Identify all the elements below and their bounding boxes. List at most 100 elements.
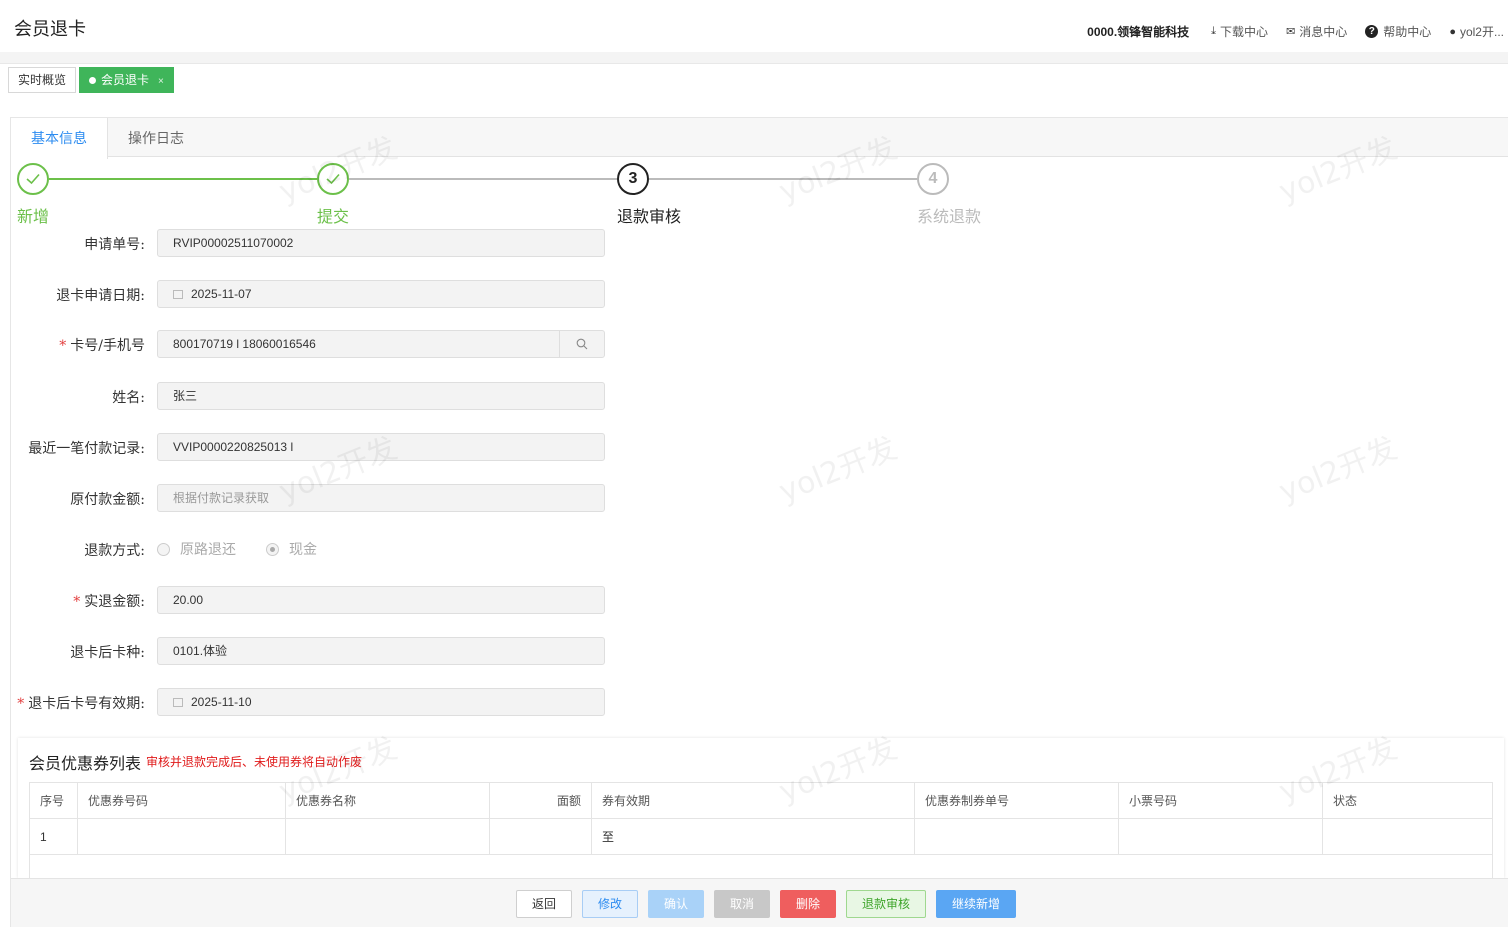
form-row-name: 姓名: 张三 — [11, 382, 621, 410]
edit-button[interactable]: 修改 — [582, 890, 638, 918]
radio-original-route[interactable] — [157, 542, 170, 556]
top-right-menu: 0000.领锋智能科技 ⤓ 下载中心 ✉ 消息中心 ? 帮助中心 ● yol2开… — [1087, 23, 1504, 40]
download-icon: ⤓ — [1211, 25, 1217, 37]
table-cell — [77, 818, 286, 855]
column-header[interactable]: 序号 — [29, 782, 78, 819]
help-icon: ? — [1365, 25, 1379, 38]
apply-date-field[interactable]: 2025-11-07 — [157, 280, 605, 308]
table-cell: 1 — [29, 818, 78, 855]
order-no-field[interactable]: RVIP00002511070002 — [157, 229, 605, 257]
tab-basic-info[interactable]: 基本信息 — [11, 118, 108, 159]
column-header[interactable]: 优惠券号码 — [77, 782, 286, 819]
apply-date-label: 退卡申请日期: — [56, 288, 145, 304]
valid-after-label: * 退卡后卡号有效期: — [17, 696, 145, 712]
column-header[interactable]: 券有效期 — [591, 782, 915, 819]
actual-refund-label: * 实退金额: — [73, 594, 145, 610]
name-label: 姓名: — [112, 390, 145, 406]
user-menu[interactable]: ● yol2开... — [1449, 23, 1504, 40]
help-center-link[interactable]: ? 帮助中心 — [1365, 23, 1431, 40]
card-type-after-label: 退卡后卡种: — [70, 645, 145, 661]
message-center-link[interactable]: ✉ 消息中心 — [1286, 23, 1347, 40]
table-cell: 至 — [591, 818, 915, 855]
step-connector — [49, 178, 317, 180]
required-mark: * — [17, 696, 25, 712]
column-header[interactable]: 优惠券制券单号 — [914, 782, 1119, 819]
step-4-circle: 4 — [917, 163, 949, 195]
form-row-actual-refund: * 实退金额: 20.00 — [11, 586, 621, 614]
step-1-check-icon — [17, 163, 49, 195]
step-3-circle: 3 — [617, 163, 649, 195]
valid-after-field[interactable]: 2025-11-10 — [157, 688, 605, 716]
column-header[interactable]: 优惠券名称 — [285, 782, 490, 819]
page-tab-bar: 实时概览 会员退卡 × — [0, 63, 1508, 96]
back-button[interactable]: 返回 — [516, 890, 572, 918]
coupon-list-note: 审核并退款完成后、未使用券将自动作废 — [146, 755, 363, 769]
step-connector — [349, 178, 617, 180]
last-payment-field[interactable]: VVIP0000220825013 l — [157, 433, 605, 461]
close-tab-icon[interactable]: × — [158, 76, 164, 87]
table-cell — [914, 818, 1119, 855]
calendar-icon — [173, 290, 183, 299]
cancel-button[interactable]: 取消 — [714, 890, 770, 918]
coupon-list-card: 会员优惠券列表 审核并退款完成后、未使用券将自动作废 序号 优惠券号码 优惠券名… — [18, 738, 1504, 891]
form-row-original-amount: 原付款金额: 根据付款记录获取 — [11, 484, 621, 512]
page-title: 会员退卡 — [14, 19, 86, 40]
form-row-last-payment: 最近一笔付款记录: VVIP0000220825013 l — [11, 433, 621, 461]
search-icon[interactable] — [559, 331, 604, 357]
table-row[interactable]: 1 至 — [29, 818, 1493, 855]
content-panel: 基本信息 操作日志 3 4 新增 提交 退款审核 系统退款 申请单号: RVIP… — [10, 117, 1508, 927]
confirm-button[interactable]: 确认 — [648, 890, 704, 918]
delete-button[interactable]: 删除 — [780, 890, 836, 918]
refund-audit-button[interactable]: 退款审核 — [846, 890, 926, 918]
action-footer: 返回 修改 确认 取消 删除 退款审核 继续新增 — [11, 878, 1508, 927]
form-row-card-phone: * 卡号/手机号 800170719 l 18060016546 — [11, 330, 621, 358]
page-tab-card-return[interactable]: 会员退卡 × — [79, 67, 174, 93]
step-2-label: 提交 — [317, 207, 350, 226]
calendar-icon — [173, 698, 183, 707]
form-row-valid-after: * 退卡后卡号有效期: 2025-11-10 — [11, 688, 621, 716]
continue-new-button[interactable]: 继续新增 — [936, 890, 1016, 918]
refund-method-label: 退款方式: — [84, 543, 145, 559]
column-header[interactable]: 面额 — [489, 782, 592, 819]
radio-cash[interactable] — [266, 542, 279, 556]
user-icon: ● — [1449, 25, 1456, 38]
order-no-label: 申请单号: — [84, 237, 145, 253]
required-mark: * — [73, 594, 81, 610]
radio-label-cash: 现金 — [289, 541, 317, 557]
refund-method-radios: 原路退还 现金 — [157, 539, 317, 559]
card-type-after-field[interactable]: 0101.体验 — [157, 637, 605, 665]
sub-tab-bar: 基本信息 操作日志 — [11, 117, 1508, 159]
card-phone-label: * 卡号/手机号 — [59, 338, 145, 354]
page-tab-overview[interactable]: 实时概览 — [8, 67, 77, 93]
form-row-card-type-after: 退卡后卡种: 0101.体验 — [11, 637, 621, 665]
progress-steps: 3 4 新增 提交 退款审核 系统退款 — [11, 163, 1011, 228]
top-bar: 会员退卡 0000.领锋智能科技 ⤓ 下载中心 ✉ 消息中心 ? 帮助中心 ● … — [0, 0, 1508, 52]
card-phone-field[interactable]: 800170719 l 18060016546 — [157, 330, 605, 358]
table-cell — [489, 818, 592, 855]
page-tab-strip: 实时概览 会员退卡 × — [0, 52, 1508, 96]
form-row-order-no: 申请单号: RVIP00002511070002 — [11, 229, 621, 257]
original-amount-field[interactable]: 根据付款记录获取 — [157, 484, 605, 512]
name-field[interactable]: 张三 — [157, 382, 605, 410]
tab-operation-log[interactable]: 操作日志 — [108, 118, 204, 158]
step-1-label: 新增 — [17, 207, 50, 226]
actual-refund-field[interactable]: 20.00 — [157, 586, 605, 614]
required-mark: * — [59, 338, 67, 354]
table-header-row: 序号 优惠券号码 优惠券名称 面额 券有效期 优惠券制券单号 小票号码 状态 — [29, 782, 1493, 819]
table-cell — [285, 818, 490, 855]
table-cell — [1322, 818, 1493, 855]
column-header[interactable]: 状态 — [1322, 782, 1493, 819]
download-center-link[interactable]: ⤓ 下载中心 — [1211, 23, 1268, 40]
coupon-list-title: 会员优惠券列表 — [29, 754, 142, 773]
company-name[interactable]: 0000.领锋智能科技 — [1087, 23, 1189, 40]
mail-icon: ✉ — [1286, 26, 1296, 38]
radio-label-original-route: 原路退还 — [180, 541, 236, 557]
column-header[interactable]: 小票号码 — [1118, 782, 1323, 819]
original-amount-label: 原付款金额: — [70, 492, 145, 508]
step-2-check-icon — [317, 163, 349, 195]
active-dot-icon — [89, 77, 96, 84]
step-4-label: 系统退款 — [917, 207, 982, 226]
form-row-refund-method: 退款方式: 原路退还 现金 — [11, 535, 621, 563]
last-payment-label: 最近一笔付款记录: — [28, 441, 145, 457]
table-cell — [1118, 818, 1323, 855]
